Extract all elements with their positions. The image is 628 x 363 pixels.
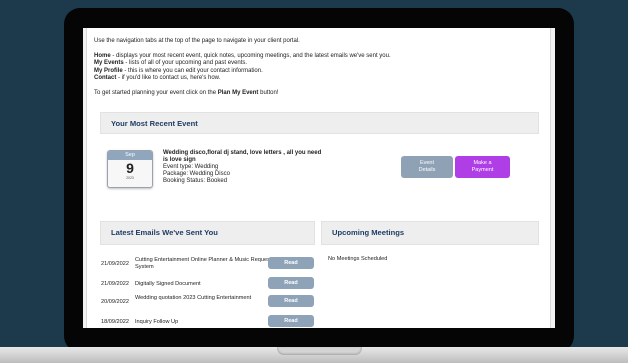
email-subject: Wedding quotation 2023 Cutting Entertain… <box>135 295 252 301</box>
contact-link[interactable]: Contact <box>94 75 116 81</box>
emails-heading: Latest Emails We've Sent You <box>100 221 315 245</box>
profile-description: My Profile - this is where you can edit … <box>94 67 263 74</box>
email-date: 21/09/2022 <box>101 261 129 267</box>
intro-text: Use the navigation tabs at the top of th… <box>94 38 534 98</box>
recent-event-heading: Your Most Recent Event <box>100 112 539 134</box>
email-row: 20/09/2022 Wedding quotation 2023 Cuttin… <box>101 295 321 311</box>
read-email-button[interactable]: Read <box>268 277 314 289</box>
my-profile-link[interactable]: My Profile <box>94 68 123 74</box>
event-info: Wedding disco,floral dj stand, love lett… <box>163 150 323 185</box>
email-date: 21/09/2022 <box>101 281 129 287</box>
event-day: 9 <box>126 160 134 176</box>
event-year: 2023 <box>126 176 134 180</box>
email-row: 21/09/2022 Digitally Signed Document Rea… <box>101 277 321 293</box>
plan-my-event-link[interactable]: Plan My Event <box>218 90 259 96</box>
email-date: 18/09/2022 <box>101 319 129 325</box>
home-description: Home - displays your most recent event, … <box>94 52 391 59</box>
event-date-calendar-icon: Sep 9 2023 <box>107 150 153 188</box>
read-email-button[interactable]: Read <box>268 315 314 327</box>
email-subject: Digitally Signed Document <box>135 281 201 287</box>
get-started-text: To get started planning your event click… <box>94 89 279 96</box>
event-month: Sep <box>108 151 152 160</box>
no-meetings-text: No Meetings Scheduled <box>328 256 388 262</box>
email-subject: Inquiry Follow Up <box>135 319 179 325</box>
read-email-button[interactable]: Read <box>268 295 314 307</box>
client-portal-page: Use the navigation tabs at the top of th… <box>86 28 551 328</box>
event-package: Package: Wedding Disco <box>163 171 230 177</box>
events-description: My Events - lists of all of your upcomin… <box>94 60 248 67</box>
email-date: 20/09/2022 <box>101 299 129 305</box>
make-payment-button[interactable]: Make a Payment <box>455 156 510 178</box>
read-email-button[interactable]: Read <box>268 257 314 269</box>
my-events-link[interactable]: My Events <box>94 60 124 66</box>
email-subject: Cutting Entertainment Online Planner & M… <box>135 257 272 270</box>
event-title: Wedding disco,floral dj stand, love lett… <box>163 150 322 163</box>
home-link[interactable]: Home <box>94 53 111 59</box>
meetings-heading: Upcoming Meetings <box>321 221 539 245</box>
screen: Use the navigation tabs at the top of th… <box>83 28 555 328</box>
email-row: 21/09/2022 Cutting Entertainment Online … <box>101 257 321 273</box>
contact-description: Contact - if you'd like to contact us, h… <box>94 75 221 82</box>
booking-status: Booking Status: Booked <box>163 178 228 184</box>
event-type: Event type: Wedding <box>163 164 219 170</box>
laptop-notch <box>277 347 362 355</box>
event-details-button[interactable]: Event Details <box>401 156 453 178</box>
email-row: 18/09/2022 Inquiry Follow Up Read <box>101 315 321 328</box>
nav-instructions: Use the navigation tabs at the top of th… <box>94 38 300 44</box>
